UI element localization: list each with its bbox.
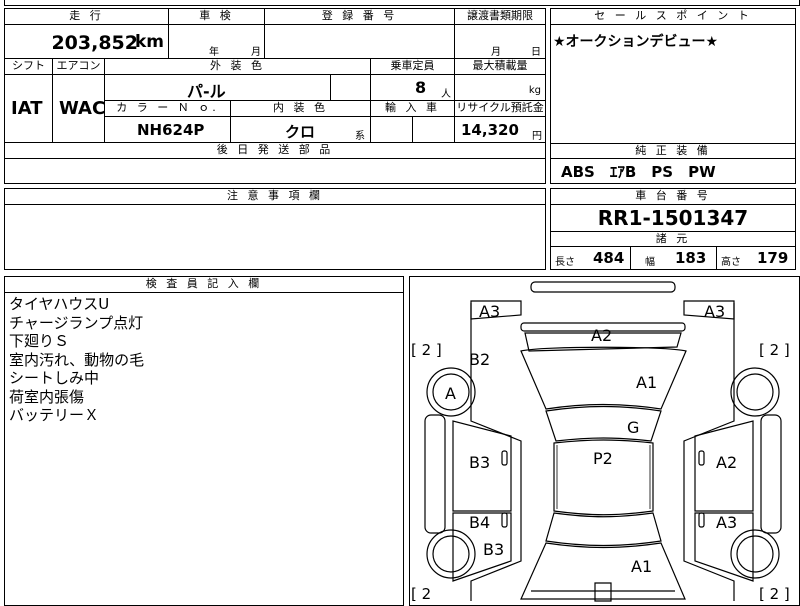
tire-right-rear: [ 2 ] xyxy=(759,585,790,603)
mark-hood: A1 xyxy=(636,373,657,392)
tire-left-front: [ 2 ] xyxy=(411,341,442,359)
tire-right-front: [ 2 ] xyxy=(759,341,790,359)
height-label: 高さ xyxy=(721,257,741,268)
transfer-month: 月 xyxy=(491,47,501,58)
width-cell: 幅 183 xyxy=(631,247,717,269)
shift-cell: IAT xyxy=(5,75,53,143)
inspection-year: 年 xyxy=(209,47,219,58)
import-cell-2 xyxy=(413,117,455,143)
note-item: バッテリーＸ xyxy=(9,406,100,424)
mark-rear-left-door: B4 xyxy=(469,513,490,532)
capacity-header: 乗車定員 xyxy=(371,59,455,75)
exterior-color-header: 外 装 色 xyxy=(105,59,371,75)
car-diagram: A3 A3 A2 A1 B2 A G P2 B3 B4 A2 A3 B3 A1 … xyxy=(411,281,790,603)
height-value: 179 xyxy=(757,249,789,267)
ac-header: エアコン xyxy=(53,59,105,75)
equipment-text: ABS ｴｱB PS PW xyxy=(561,163,716,181)
height-cell: 高さ 179 xyxy=(717,247,795,269)
inspection-month: 月 xyxy=(251,47,261,58)
mark-front-left-fender: B2 xyxy=(469,350,490,369)
registration-cell xyxy=(265,25,455,59)
ac-cell: WAC xyxy=(53,75,105,143)
mark-front-right-door: A2 xyxy=(716,453,737,472)
max-load-unit: kg xyxy=(528,85,541,96)
shift-header: シフト xyxy=(5,59,53,75)
note-item: 室内汚れ、動物の毛 xyxy=(9,350,145,369)
exterior-color-extra xyxy=(331,75,371,101)
length-label: 長さ xyxy=(555,257,575,268)
sales-point-header: セ ー ル ス ポ イ ン ト xyxy=(551,9,795,25)
inspection-header: 車 検 xyxy=(169,9,265,25)
mileage-header: 走 行 xyxy=(5,9,169,25)
capacity-unit: 人 xyxy=(441,89,451,100)
interior-color-value: クロ xyxy=(285,123,316,141)
mileage-value: 203,852 xyxy=(51,32,138,54)
chassis-header: 車 台 番 号 xyxy=(551,189,795,205)
parts-cell xyxy=(5,159,545,183)
inspection-cell: 年 月 xyxy=(169,25,265,59)
caution-header: 注 意 事 項 欄 xyxy=(5,189,545,205)
mileage-cell: 203,852 km xyxy=(5,25,169,59)
note-item: チャージランプ点灯 xyxy=(9,313,144,332)
color-no-value: NH624P xyxy=(137,121,205,139)
mark-front-right-corner: A3 xyxy=(704,302,725,321)
vehicle-info-table: 走 行 車 検 登 録 番 号 譲渡書類期限 203,852 km 年 月 月 … xyxy=(4,8,546,184)
capacity-value: 8 xyxy=(415,78,427,97)
import-cell-1 xyxy=(371,117,413,143)
length-cell: 長さ 484 xyxy=(551,247,631,269)
mileage-unit: km xyxy=(134,32,164,52)
transfer-deadline-header: 譲渡書類期限 xyxy=(455,9,545,25)
interior-color-cell: クロ 系 xyxy=(231,117,371,143)
mark-front-bumper: A2 xyxy=(591,326,612,345)
interior-color-header: 内 装 色 xyxy=(231,101,371,117)
chassis-number: RR1-1501347 xyxy=(597,206,749,230)
max-load-cell: kg xyxy=(455,75,545,101)
mark-front-left-door: B3 xyxy=(469,453,490,472)
sales-point-box: セ ー ル ス ポ イ ン ト ★オークションデビュー★ 純 正 装 備 ABS… xyxy=(550,8,796,184)
top-strip xyxy=(4,0,800,6)
mark-rear-left-fender: B3 xyxy=(483,540,504,559)
note-item: シートしみ中 xyxy=(9,369,100,387)
exterior-color-value: パ-ル xyxy=(187,82,226,101)
mark-roof: P2 xyxy=(593,449,613,468)
mark-front-left-corner: A3 xyxy=(479,302,500,321)
sales-point-text: ★オークションデビュー★ xyxy=(553,34,719,50)
recycle-value: 14,320 xyxy=(461,121,519,139)
inspector-header: 検 査 員 記 入 欄 xyxy=(5,277,403,293)
note-item: 下廻りＳ xyxy=(9,332,70,350)
transfer-cell: 月 日 xyxy=(455,25,545,59)
length-value: 484 xyxy=(593,249,625,267)
interior-suffix: 系 xyxy=(355,131,365,142)
transfer-day: 日 xyxy=(531,47,541,58)
max-load-header: 最大積載量 xyxy=(455,59,545,75)
chassis-box: 車 台 番 号 RR1-1501347 諸 元 長さ 484 幅 183 高さ … xyxy=(550,188,796,270)
ac-value: WAC xyxy=(59,98,106,119)
tire-left-rear: [ 2 xyxy=(411,585,431,603)
mark-rear-gate: A1 xyxy=(631,557,652,576)
recycle-unit: 円 xyxy=(532,131,542,142)
parts-header: 後 日 発 送 部 品 xyxy=(5,143,545,159)
mark-rear-right-door: A3 xyxy=(716,513,737,532)
capacity-cell: 8 人 xyxy=(371,75,455,101)
inspector-box: 検 査 員 記 入 欄 タイヤハウスU チャージランプ点灯 下廻りＳ 室内汚れ、… xyxy=(4,276,404,606)
caution-box: 注 意 事 項 欄 xyxy=(4,188,546,270)
registration-header: 登 録 番 号 xyxy=(265,9,455,25)
inspector-notes: タイヤハウスU チャージランプ点灯 下廻りＳ 室内汚れ、動物の毛 シートしみ中 … xyxy=(9,295,144,425)
damage-diagram-box: A3 A3 A2 A1 B2 A G P2 B3 B4 A2 A3 B3 A1 … xyxy=(409,276,800,606)
mark-windshield: G xyxy=(627,418,639,437)
import-header: 輸 入 車 xyxy=(371,101,455,117)
specs-header: 諸 元 xyxy=(551,231,795,247)
recycle-cell: 14,320 円 xyxy=(455,117,545,143)
mark-front-left-wheel: A xyxy=(445,384,456,403)
exterior-color-cell: パ-ル xyxy=(105,75,331,101)
width-value: 183 xyxy=(675,249,707,267)
note-item: タイヤハウスU xyxy=(9,295,110,313)
color-no-header: カ ラ ー Ｎ ｏ. xyxy=(105,101,231,117)
recycle-header: リサイクル預託金 xyxy=(455,101,545,117)
equipment-header: 純 正 装 備 xyxy=(551,143,795,159)
width-label: 幅 xyxy=(645,257,655,268)
shift-value: IAT xyxy=(11,98,43,119)
color-no-cell: NH624P xyxy=(105,117,231,143)
note-item: 荷室内張傷 xyxy=(9,387,85,406)
